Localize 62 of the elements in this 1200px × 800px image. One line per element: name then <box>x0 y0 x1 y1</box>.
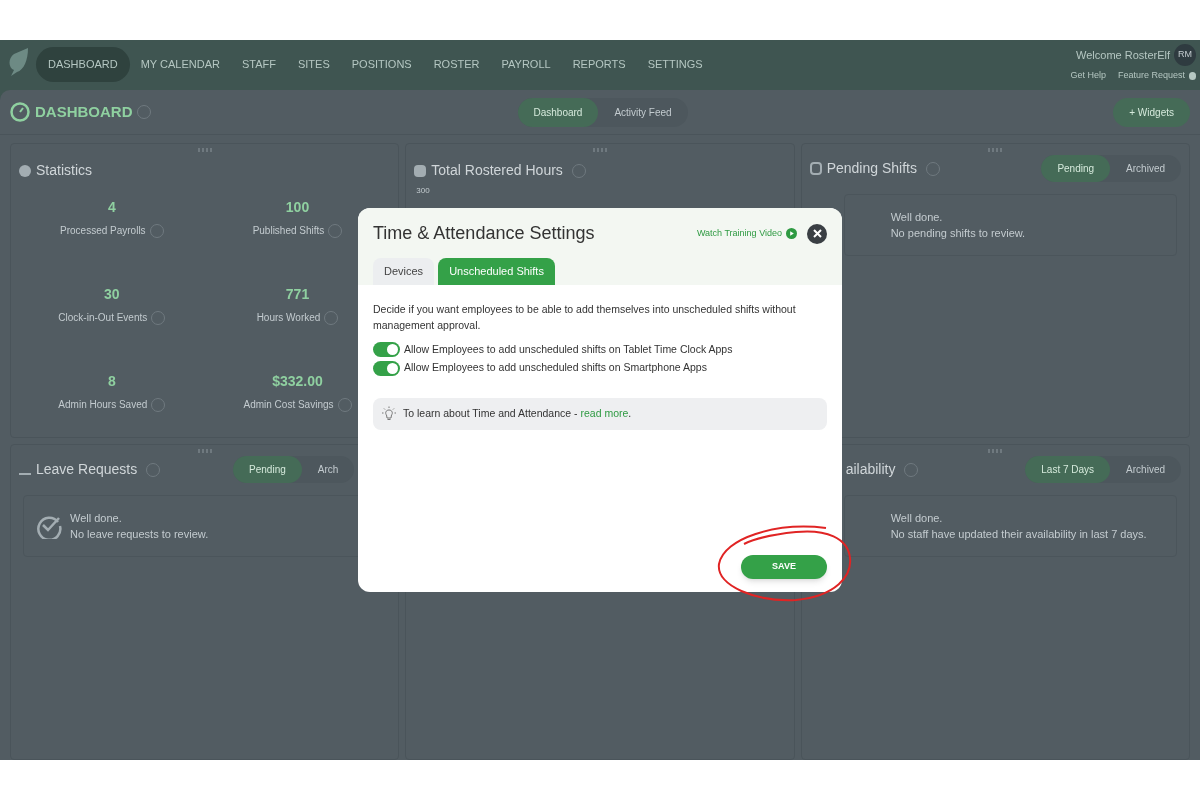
message-text: No pending shifts to review. <box>890 226 1026 241</box>
toggle-label: Allow Employees to add unscheduled shifts on Tablet Time Clock Apps <box>404 341 733 357</box>
card-title: Pending Shifts <box>826 159 917 178</box>
nav-link[interactable]: POSITIONS <box>340 47 423 82</box>
add-widgets-button[interactable]: + Widgets <box>1113 97 1190 127</box>
message-text: No leave requests to review. <box>70 527 209 542</box>
training-video-link[interactable]: Watch Training Video <box>696 226 797 241</box>
welcome-text: Welcome RosterElf <box>1076 47 1170 63</box>
filter-tab[interactable]: Archived <box>1110 456 1181 483</box>
stat-label: Published Shifts <box>252 224 325 238</box>
nav-link[interactable]: ROSTER <box>422 47 491 82</box>
header-link[interactable]: Feature Request <box>1117 69 1185 83</box>
axis-label: 300 <box>416 185 431 197</box>
close-button[interactable] <box>807 223 827 244</box>
dialog-tab[interactable]: Unscheduled Shifts <box>438 258 555 285</box>
nav-link[interactable]: STAFF <box>230 47 287 82</box>
tip-text: To learn about Time and Attendance - read more. <box>403 406 632 422</box>
card-title: Total Rostered Hours <box>431 161 563 180</box>
dialog-title: Time & Attendance Settings <box>373 222 595 245</box>
card-title: Leave Requests <box>36 460 138 479</box>
message-text: Well done. <box>890 511 944 526</box>
view-tab[interactable]: Dashboard <box>517 97 599 127</box>
card-title: ailability <box>845 460 896 479</box>
speedometer-icon <box>10 102 30 122</box>
stat-value: 4 <box>107 198 116 217</box>
filter-tab[interactable]: Pending <box>1041 155 1111 182</box>
filter-tab[interactable]: Last 7 Days <box>1025 456 1111 483</box>
nav-link[interactable]: DASHBOARD <box>36 47 130 82</box>
nav-link[interactable]: SITES <box>286 47 341 82</box>
close-icon <box>812 229 822 238</box>
stat-label: Processed Payrolls <box>60 224 146 238</box>
save-button[interactable]: SAVE <box>741 555 827 579</box>
toggle-switch[interactable] <box>373 360 400 376</box>
stat-value: 771 <box>285 285 310 304</box>
stat-label: Admin Hours Saved <box>58 398 148 412</box>
page-title: DASHBOARD <box>35 101 133 122</box>
message-text: No staff have updated their availability in last 7 days. <box>890 527 1147 542</box>
message-text: Well done. <box>890 210 944 225</box>
view-tab[interactable]: Activity Feed <box>598 97 688 127</box>
card-title: Statistics <box>36 161 92 180</box>
stat-value: 8 <box>107 372 116 391</box>
stat-value: 30 <box>104 285 120 304</box>
stat-label: Hours Worked <box>256 311 321 325</box>
description-text: Decide if you want employees to be able to add themselves into unscheduled shifts without management approval. <box>373 301 797 333</box>
nav-link[interactable]: REPORTS <box>561 47 637 82</box>
message-text: Well done. <box>70 511 123 526</box>
filter-tab[interactable]: Archived <box>1110 155 1181 182</box>
stat-label: Clock-in-Out Events <box>58 311 148 325</box>
nav-link[interactable]: MY CALENDAR <box>129 47 231 82</box>
filter-tab[interactable]: Arch <box>301 456 355 483</box>
stat-label: Admin Cost Savings <box>243 398 334 412</box>
play-icon <box>786 228 797 239</box>
header-link[interactable]: Get Help <box>1070 69 1106 83</box>
stat-value: $332.00 <box>272 372 323 391</box>
filter-tab[interactable]: Pending <box>233 456 302 483</box>
nav-link[interactable]: SETTINGS <box>636 47 714 82</box>
dialog-tab[interactable]: Devices <box>373 258 435 285</box>
toggle-switch[interactable] <box>373 341 400 357</box>
toggle-label: Allow Employees to add unscheduled shifts on Smartphone Apps <box>404 360 707 376</box>
stat-value: 100 <box>285 198 310 217</box>
user-avatar[interactable]: RM <box>1174 44 1196 66</box>
nav-link[interactable]: PAYROLL <box>490 47 562 82</box>
